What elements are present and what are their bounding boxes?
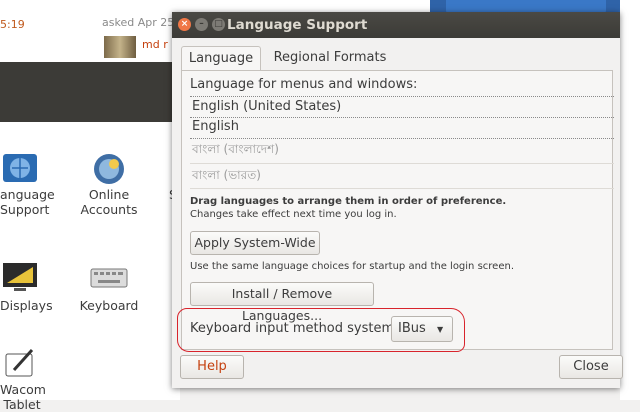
language-item[interactable]: বাংলা (বাংলাদেশ) — [190, 139, 614, 159]
minimize-icon[interactable]: – — [195, 18, 208, 31]
wacom-tablet-icon[interactable] — [4, 348, 38, 378]
settings-item-keyboard[interactable]: Keyboard — [76, 298, 142, 313]
language-support-icon[interactable] — [2, 152, 38, 184]
close-button[interactable]: Close — [559, 355, 623, 379]
keyboard-icon[interactable] — [90, 268, 128, 288]
displays-icon[interactable] — [2, 262, 38, 292]
online-accounts-icon[interactable] — [92, 152, 126, 186]
drag-hint: Drag languages to arrange them in order … — [190, 196, 507, 207]
language-list[interactable]: English (United States) English বাংলা (ব… — [190, 95, 614, 189]
settings-panel: anguage Support Online Accounts S Displa… — [0, 122, 180, 412]
close-icon[interactable]: × — [178, 18, 191, 31]
apply-system-wide-button[interactable]: Apply System-Wide — [190, 231, 320, 255]
settings-item-wacom[interactable]: Wacom Tablet — [0, 382, 46, 412]
avatar — [104, 36, 136, 58]
settings-toolbar — [0, 62, 180, 122]
apply-hint: Use the same language choices for startu… — [190, 261, 514, 272]
titlebar[interactable]: × – □ Language Support — [172, 12, 620, 38]
web-time-fragment: 5:19 — [0, 18, 25, 31]
settings-item-online-accounts[interactable]: Online Accounts — [76, 187, 142, 217]
help-button[interactable]: Help — [180, 355, 244, 379]
tab-language[interactable]: Language — [181, 46, 261, 71]
window-title: Language Support — [227, 17, 368, 33]
language-item[interactable]: English (United States) — [190, 97, 614, 117]
browser-right-edge — [620, 0, 640, 400]
install-remove-languages-button[interactable]: Install / Remove Languages... — [190, 282, 374, 323]
tab-regional-formats[interactable]: Regional Formats — [266, 46, 394, 70]
web-asked-label: asked Apr 25 — [102, 16, 175, 29]
list-separator — [190, 188, 614, 189]
language-list-caption: Language for menus and windows: — [190, 77, 418, 92]
web-user-link[interactable]: md r — [142, 38, 168, 51]
changes-hint: Changes take effect next time you log in… — [190, 209, 397, 220]
language-item[interactable]: বাংলা (ভারত) — [190, 165, 614, 185]
annotation-highlight — [177, 308, 465, 352]
list-separator — [190, 163, 614, 164]
settings-item-language-support[interactable]: anguage Support — [0, 187, 55, 217]
language-item[interactable]: English — [190, 117, 614, 137]
settings-item-displays[interactable]: Displays — [0, 298, 53, 313]
maximize-icon[interactable]: □ — [212, 18, 225, 31]
